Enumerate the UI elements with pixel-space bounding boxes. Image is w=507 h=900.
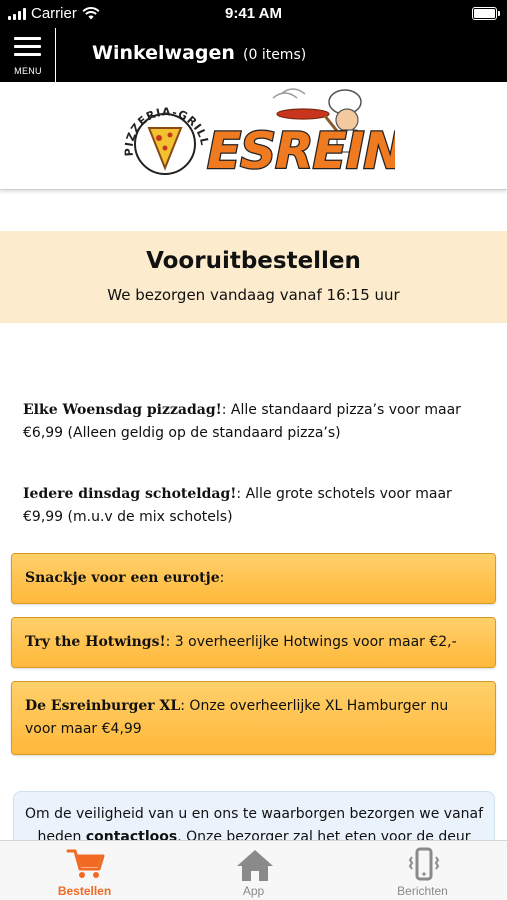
promo-card-hotwings[interactable]: Try the Hotwings!: 3 overheerlijke Hotwi… (11, 617, 496, 668)
tab-app[interactable]: App (169, 841, 338, 900)
card-title: Snackje voor een eurotje (25, 570, 220, 586)
cart-item-count: (0 items) (243, 47, 307, 63)
promo-wednesday: Elke Woensdag pizzadag!: Alle standaard … (23, 399, 488, 445)
tab-label: Bestellen (57, 884, 112, 898)
card-description: : 3 overheerlijke Hotwings voor maar €2,… (165, 634, 457, 650)
phone-vibrate-icon (408, 847, 440, 881)
tab-bestellen[interactable]: Bestellen (0, 841, 169, 900)
promo-title: Iedere dinsdag schoteldag! (23, 486, 237, 502)
clock: 9:41 AM (225, 5, 282, 22)
promo-card-snack[interactable]: Snackje voor een eurotje: (11, 553, 496, 604)
tab-berichten[interactable]: Berichten (338, 841, 507, 900)
promo-title: Elke Woensdag pizzadag! (23, 402, 222, 418)
esrein-logo: PIZZERIA-GRILLROOM ESREIN (115, 84, 395, 181)
nav-bar: MENU Winkelwagen (0 items) (0, 28, 507, 82)
preorder-title: Vooruitbestellen (146, 248, 361, 274)
promo-card-esreinburger[interactable]: De Esreinburger XL: Onze overheerlijke X… (11, 681, 496, 755)
promo-tuesday: Iedere dinsdag schoteldag!: Alle grote s… (23, 483, 488, 529)
menu-button[interactable]: MENU (0, 28, 56, 82)
preorder-banner: Vooruitbestellen We bezorgen vandaag van… (0, 231, 507, 323)
battery-icon (472, 7, 500, 20)
cart-icon (66, 849, 105, 878)
card-title: De Esreinburger XL (25, 698, 181, 714)
tab-label: App (242, 884, 265, 898)
home-icon (237, 850, 273, 881)
card-description: : (219, 570, 225, 586)
logo-area: PIZZERIA-GRILLROOM ESREIN (0, 82, 507, 190)
menu-label: MENU (14, 66, 42, 76)
tab-label: Berichten (397, 884, 448, 898)
tab-bar: Bestellen App Berichten (0, 840, 507, 900)
logo-wordmark: ESREIN (207, 122, 395, 180)
card-title: Try the Hotwings! (25, 634, 166, 650)
page-title: Winkelwagen (92, 42, 235, 64)
preorder-subtitle: We bezorgen vandaag vanaf 16:15 uur (107, 286, 400, 304)
hamburger-icon (14, 37, 41, 61)
status-bar: Carrier 9:41 AM (0, 0, 507, 28)
